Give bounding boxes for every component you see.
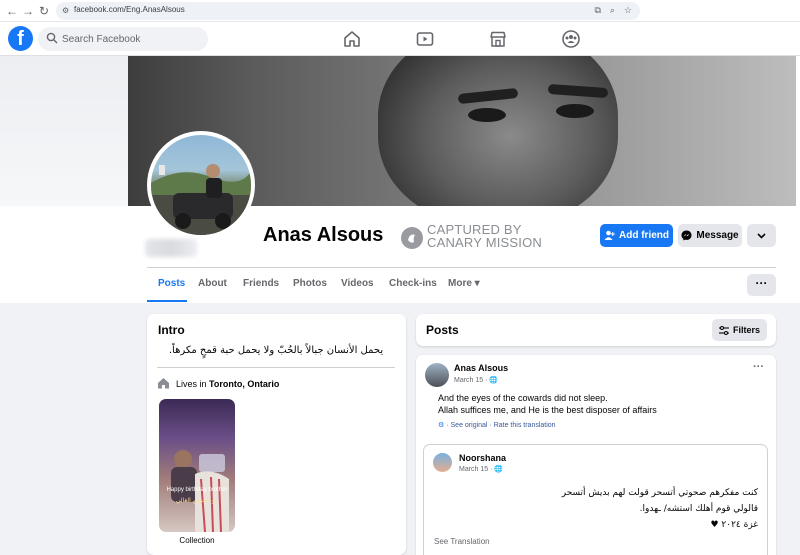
lives-in-text: Lives in Toronto, Ontario <box>176 379 279 389</box>
translate-gear-icon: ⚙ <box>438 422 445 429</box>
address-bar-actions: ⧉ ⌕ ☆ <box>594 5 632 16</box>
filters-icon <box>718 325 729 335</box>
profile-options-dropdown[interactable] <box>747 224 776 247</box>
add-friend-icon <box>604 230 615 240</box>
messenger-icon <box>681 230 692 241</box>
tabs-divider <box>147 267 776 268</box>
shared-timestamp[interactable]: March 15 · 🌐 <box>459 465 503 473</box>
url-text: facebook.com/Eng.AnasAlsous <box>74 5 185 14</box>
install-icon[interactable]: ⧉ <box>594 5 600 16</box>
message-label: Message <box>696 230 739 241</box>
canary-logo-icon <box>401 227 423 249</box>
filters-label: Filters <box>732 325 760 335</box>
shared-text-line: غزة ٢٠٢٤ ♥ <box>710 520 758 530</box>
canary-stamp-line2: CANARY MISSION <box>427 235 543 250</box>
search-icon <box>46 32 58 44</box>
post-text-line: Allah suffices me, and He is the best di… <box>438 405 657 415</box>
lives-in-prefix: Lives in <box>176 379 210 389</box>
post-text: And the eyes of the cowards did not slee… <box>438 392 657 416</box>
see-original-text: · See original · Rate this translation <box>446 422 556 429</box>
reload-icon[interactable]: ↻ <box>36 3 52 19</box>
message-button[interactable]: Message <box>678 224 742 247</box>
profile-header: Anas Alsous CAPTURED BY CANARY MISSION A… <box>0 56 800 303</box>
intro-card: Intro يحمل الأنسان جبالاً بالحُبّ ولا يح… <box>147 314 406 555</box>
profile-name: Anas Alsous <box>263 224 384 246</box>
add-friend-label: Add friend <box>619 230 669 241</box>
post-author-avatar[interactable] <box>425 363 449 387</box>
active-tab-indicator <box>147 300 187 302</box>
post-timestamp[interactable]: March 15 · 🌐 <box>454 376 498 384</box>
filters-button[interactable]: Filters <box>712 319 767 341</box>
shared-text-line: قالولي قوم أهلك استشه/ ـهدوا. <box>639 504 758 514</box>
groups-icon[interactable] <box>561 29 581 49</box>
collection-photo-icon <box>171 450 229 532</box>
shared-text-line: كنت مفكرهم صحوتي أتسحر قولت لهم بديش أتس… <box>561 488 758 498</box>
lives-in-city[interactable]: Toronto, Ontario <box>209 379 279 389</box>
collection-caption: Happy birthday brother <box>166 487 228 493</box>
featured-collection-thumbnail[interactable]: Happy birthday brother أبو الحسن الغالي <box>159 399 235 532</box>
cover-side-area <box>0 56 128 206</box>
see-original-link[interactable]: ⚙ · See original · Rate this translation <box>438 421 556 429</box>
tab-videos[interactable]: Videos <box>341 278 374 289</box>
intro-title: Intro <box>158 323 185 337</box>
shared-author-avatar[interactable] <box>433 453 452 472</box>
tab-about[interactable]: About <box>198 278 227 289</box>
profile-avatar[interactable] <box>151 135 251 235</box>
post-author-name[interactable]: Anas Alsous <box>454 363 508 373</box>
canary-mission-stamp: CAPTURED BY CANARY MISSION <box>401 222 551 252</box>
add-friend-button[interactable]: Add friend <box>600 224 673 247</box>
shared-author-name[interactable]: Noorshana <box>459 453 506 463</box>
search-input[interactable] <box>62 27 202 51</box>
canary-stamp-text: CAPTURED BY CANARY MISSION <box>427 223 542 249</box>
browser-toolbar: ← → ↻ ⚙ facebook.com/Eng.AnasAlsous ⧉ ⌕ … <box>0 0 800 22</box>
see-translation-link[interactable]: See Translation <box>434 537 490 546</box>
search-box[interactable] <box>38 27 208 51</box>
tab-posts[interactable]: Posts <box>158 278 185 289</box>
collection-caption-arabic: أبو الحسن الغالي <box>175 497 219 504</box>
zoom-icon[interactable]: ⌕ <box>610 5 615 16</box>
site-info-icon[interactable]: ⚙ <box>62 6 71 15</box>
shared-post-card[interactable]: Noorshana March 15 · 🌐 كنت مفكرهم صحوتي … <box>423 444 768 555</box>
home-icon[interactable] <box>342 29 362 49</box>
avatar-photo-icon <box>151 164 251 235</box>
post-text-line: And the eyes of the cowards did not slee… <box>438 393 608 403</box>
facebook-header: f <box>0 22 800 56</box>
cover-face-image <box>378 56 618 206</box>
tab-more[interactable]: More ▾ <box>448 278 480 289</box>
bookmark-star-icon[interactable]: ☆ <box>624 5 632 16</box>
back-arrow-icon[interactable]: ← <box>4 3 20 19</box>
forward-arrow-icon[interactable]: → <box>20 3 36 19</box>
cover-eye-image <box>468 108 506 122</box>
address-bar[interactable]: ⚙ facebook.com/Eng.AnasAlsous ⧉ ⌕ ☆ <box>56 2 640 20</box>
chevron-down-icon <box>757 232 766 239</box>
intro-divider <box>157 367 395 368</box>
cover-eye-image <box>556 104 594 118</box>
more-options-button[interactable]: ··· <box>747 274 776 296</box>
collection-label: Collection <box>179 536 215 545</box>
tab-photos[interactable]: Photos <box>293 278 327 289</box>
tab-check-ins[interactable]: Check-ins <box>389 278 437 289</box>
facebook-logo-icon[interactable]: f <box>8 26 33 51</box>
posts-title: Posts <box>426 323 459 337</box>
post-menu-button[interactable]: ··· <box>753 361 764 373</box>
home-icon <box>158 378 169 389</box>
posts-header: Posts Filters <box>416 314 776 346</box>
intro-bio: يحمل الأنسان جبالاً بالحُبّ ولا يحمل حبة… <box>168 345 384 356</box>
shared-post-text: كنت مفكرهم صحوتي أتسحر قولت لهم بديش أتس… <box>562 485 758 533</box>
blurred-alt-name <box>145 239 197 257</box>
tab-friends[interactable]: Friends <box>243 278 279 289</box>
video-icon[interactable] <box>415 29 435 49</box>
marketplace-icon[interactable] <box>488 29 508 49</box>
